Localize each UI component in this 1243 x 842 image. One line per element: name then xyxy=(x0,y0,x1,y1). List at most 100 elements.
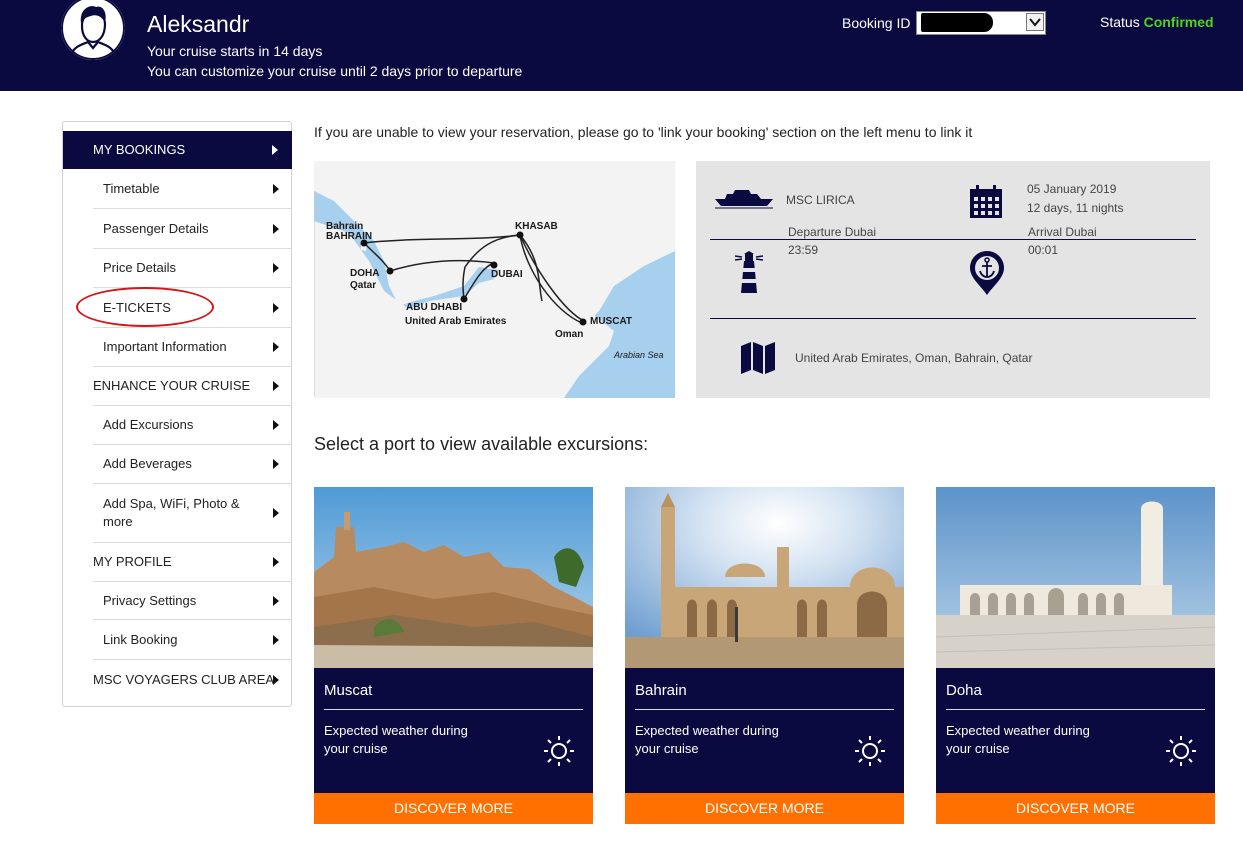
sidebar-item-my-profile[interactable]: MY PROFILE xyxy=(93,543,292,582)
sidebar-item-label: Price Details xyxy=(103,260,176,275)
port-image-muscat[interactable] xyxy=(314,487,593,668)
status-badge: Confirmed xyxy=(1143,14,1214,30)
sidebar-item-enhance-your-cruise[interactable]: ENHANCE YOUR CRUISE xyxy=(93,367,292,406)
port-image-doha[interactable] xyxy=(936,487,1215,668)
map-label-arabian-sea: Arabian Sea xyxy=(614,350,664,360)
sidebar-item-timetable[interactable]: Timetable xyxy=(93,170,292,209)
sidebar-item-label: ENHANCE YOUR CRUISE xyxy=(93,378,251,393)
map-label-abu-dhabi: ABU DHABI xyxy=(406,302,463,313)
caret-right-icon xyxy=(273,634,279,645)
map-label-bahrain-caps: BAHRAIN xyxy=(326,231,373,242)
user-avatar-icon[interactable] xyxy=(61,0,125,60)
booking-status: Status Confirmed xyxy=(1100,14,1214,30)
map-label-oman: Oman xyxy=(555,329,584,340)
divider xyxy=(710,239,1196,240)
map-icon xyxy=(740,341,776,375)
port-card-body: Muscat Expected weather during your crui… xyxy=(314,668,593,793)
map-label-muscat: MUSCAT xyxy=(590,316,633,327)
departure-date: 05 January 2019 xyxy=(1027,182,1117,196)
map-label-dubai: DUBAI xyxy=(491,269,523,280)
caret-right-icon xyxy=(273,459,279,469)
sidebar-item-add-excursions[interactable]: Add Excursions xyxy=(93,406,292,445)
divider xyxy=(324,709,583,710)
chevron-down-icon[interactable] xyxy=(1026,13,1044,31)
cruise-countdown: Your cruise starts in 14 days xyxy=(147,43,323,59)
caret-right-icon xyxy=(273,302,279,313)
divider xyxy=(635,709,894,710)
link-booking-notice: If you are unable to view your reservati… xyxy=(314,124,973,140)
arrival-time: 00:01 xyxy=(1028,243,1059,257)
sidebar-item-label: MY BOOKINGS xyxy=(93,142,186,157)
sidebar-item-label: Add Spa, WiFi, Photo & more xyxy=(103,496,240,529)
caret-right-icon xyxy=(273,557,279,567)
sidebar-item-price-details[interactable]: Price Details xyxy=(93,249,292,288)
port-image-bahrain[interactable] xyxy=(625,487,904,668)
caret-right-icon xyxy=(273,595,279,606)
caret-right-icon xyxy=(273,381,279,391)
map-label-khasab: KHASAB xyxy=(515,221,558,232)
cruise-duration: 12 days, 11 nights xyxy=(1027,201,1124,215)
booking-id-label: Booking ID xyxy=(842,15,911,31)
arrival-label: Arrival Dubai xyxy=(1028,225,1097,239)
weather-caption: Expected weather during your cruise xyxy=(946,723,1090,756)
redacted-booking-id xyxy=(921,13,993,32)
ship-icon xyxy=(713,188,775,210)
divider xyxy=(946,709,1205,710)
sidebar-item-label: Important Information xyxy=(103,339,227,354)
lighthouse-icon xyxy=(733,251,765,295)
sidebar-item-label: MSC VOYAGERS CLUB AREA xyxy=(93,671,275,687)
sun-icon xyxy=(1165,735,1197,767)
booking-id-select[interactable] xyxy=(916,11,1046,35)
user-name: Aleksandr xyxy=(147,11,250,37)
caret-right-icon xyxy=(272,145,278,155)
weather-caption: Expected weather during your cruise xyxy=(324,723,468,756)
port-city-name: Muscat xyxy=(324,682,373,699)
discover-more-button[interactable]: DISCOVER MORE xyxy=(625,793,904,824)
sidebar-item-label: MY PROFILE xyxy=(93,554,172,569)
discover-more-button[interactable]: DISCOVER MORE xyxy=(314,793,593,824)
divider xyxy=(710,318,1196,319)
e-tickets-highlight-ring xyxy=(76,287,214,327)
ship-name: MSC LIRICA xyxy=(786,193,855,207)
sidebar-item-label: Timetable xyxy=(103,181,160,196)
port-city-name: Bahrain xyxy=(635,682,687,699)
port-city-name: Doha xyxy=(946,682,982,699)
sidebar-item-important-information[interactable]: Important Information xyxy=(93,328,292,367)
map-label-uae: United Arab Emirates xyxy=(405,316,507,327)
weather-caption: Expected weather during your cruise xyxy=(635,723,779,756)
port-card-muscat[interactable]: Muscat Expected weather during your crui… xyxy=(314,487,593,824)
sidebar-menu: MY BOOKINGS Timetable Passenger Details … xyxy=(62,121,292,707)
sidebar-item-my-bookings[interactable]: MY BOOKINGS xyxy=(63,131,292,169)
port-card-body: Doha Expected weather during your cruise xyxy=(936,668,1215,793)
anchor-pin-icon xyxy=(969,250,1005,296)
status-label: Status xyxy=(1100,14,1140,30)
discover-more-button[interactable]: DISCOVER MORE xyxy=(936,793,1215,824)
sidebar-item-label: Link Booking xyxy=(103,631,178,647)
sidebar-item-link-booking[interactable]: Link Booking xyxy=(93,620,292,660)
port-card-doha[interactable]: Doha Expected weather during your cruise… xyxy=(936,487,1215,824)
sidebar-item-msc-voyagers-club[interactable]: MSC VOYAGERS CLUB AREA xyxy=(93,660,292,699)
sidebar-item-add-beverages[interactable]: Add Beverages xyxy=(93,445,292,484)
port-card-bahrain[interactable]: Bahrain Expected weather during your cru… xyxy=(625,487,904,824)
customize-deadline: You can customize your cruise until 2 da… xyxy=(147,63,523,79)
sun-icon xyxy=(854,735,886,767)
sidebar-item-passenger-details[interactable]: Passenger Details xyxy=(93,209,292,249)
map-label-doha: DOHA xyxy=(350,268,380,279)
caret-right-icon xyxy=(273,342,279,352)
sidebar-item-add-spa-wifi-photo[interactable]: Add Spa, WiFi, Photo & more xyxy=(93,484,292,543)
caret-right-icon xyxy=(273,223,279,234)
sidebar-item-privacy-settings[interactable]: Privacy Settings xyxy=(93,582,292,620)
calendar-icon xyxy=(969,185,1003,219)
countries-visited: United Arab Emirates, Oman, Bahrain, Qat… xyxy=(795,351,1033,365)
ports-section-title: Select a port to view available excursio… xyxy=(314,434,649,454)
sidebar-item-label: Add Excursions xyxy=(103,417,194,432)
caret-right-icon xyxy=(273,508,279,518)
sidebar-item-label: Passenger Details xyxy=(103,220,209,236)
sidebar-item-label: Privacy Settings xyxy=(103,592,197,608)
map-label-qatar: Qatar xyxy=(350,280,377,291)
departure-label: Departure Dubai xyxy=(788,225,877,239)
itinerary-map: Bahrain BAHRAIN DOHA Qatar KHASAB DUBAI … xyxy=(314,161,675,398)
top-header: Aleksandr Your cruise starts in 14 days … xyxy=(0,0,1243,91)
sun-icon xyxy=(543,735,575,767)
caret-right-icon xyxy=(273,420,279,430)
